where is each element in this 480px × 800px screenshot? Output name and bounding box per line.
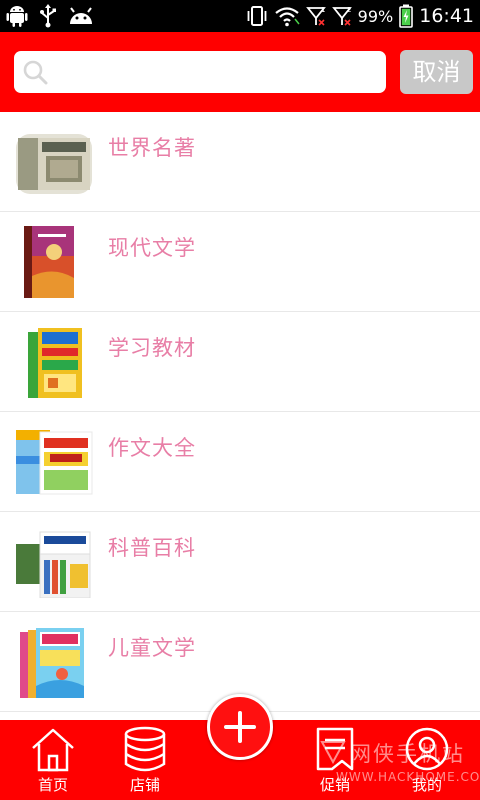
category-label: 世界名著 — [108, 136, 196, 160]
nav-item-shop[interactable]: 店铺 — [105, 720, 185, 800]
category-label: 学习教材 — [108, 336, 196, 360]
battery-percent: 99% — [357, 6, 394, 26]
status-bar-left — [6, 4, 94, 28]
category-item-popular-science[interactable]: 科普百科 — [0, 512, 480, 612]
android-icon — [6, 6, 28, 27]
search-header: 取消 — [0, 32, 480, 112]
category-item-modern-literature[interactable]: 现代文学 — [0, 212, 480, 312]
book-cover-thumbnail — [28, 328, 82, 398]
category-label: 现代文学 — [108, 236, 196, 260]
search-input[interactable] — [58, 51, 378, 93]
watermark-url: WWW.HACKHOME.COM — [336, 770, 480, 784]
category-item-world-classics[interactable]: 世界名著 — [0, 112, 480, 212]
book-cover-thumbnail — [16, 430, 93, 495]
book-cover-thumbnail — [16, 531, 91, 598]
nav-label: 首页 — [37, 776, 68, 794]
category-item-composition-collection[interactable]: 作文大全 — [0, 412, 480, 512]
vibrate-icon — [247, 6, 267, 26]
category-item-study-textbooks[interactable]: 学习教材 — [0, 312, 480, 412]
status-bar-right: 1 2 99% 16:41 — [246, 4, 474, 28]
signal-2-icon: 2 — [331, 6, 352, 26]
book-cover-thumbnail — [20, 628, 84, 698]
category-label: 儿童文学 — [108, 636, 196, 660]
watermark-text: 网侠手机站 — [350, 742, 465, 766]
search-icon — [23, 60, 48, 85]
category-list: 世界名著 现代文学 学习教材 作文大全 科普百科 儿童文学 — [0, 112, 480, 712]
wifi-icon — [274, 7, 300, 27]
svg-text:1: 1 — [321, 6, 325, 14]
book-cover-thumbnail — [16, 134, 92, 194]
home-icon — [32, 728, 74, 772]
nav-label: 店铺 — [129, 776, 160, 794]
plus-icon — [224, 711, 256, 743]
add-fab-button[interactable] — [207, 694, 273, 760]
svg-text:2: 2 — [347, 6, 351, 14]
battery-icon — [399, 4, 414, 28]
screen: 1 2 99% 16:41 取消 世界名著 现代文学 学习教材 作文大全 科普百… — [0, 0, 480, 800]
status-bar: 1 2 99% 16:41 — [0, 0, 480, 32]
book-cover-thumbnail — [24, 226, 74, 298]
signal-1-icon: 1 — [305, 6, 326, 26]
category-label: 作文大全 — [108, 436, 196, 460]
android-debug-icon — [70, 7, 92, 24]
search-box[interactable] — [14, 51, 386, 93]
watermark: 网侠手机站 WWW.HACKHOME.COM — [318, 738, 480, 798]
watermark-logo-icon — [320, 741, 346, 764]
clock: 16:41 — [419, 5, 474, 27]
category-label: 科普百科 — [108, 536, 196, 560]
database-icon — [124, 726, 166, 772]
nav-item-home[interactable]: 首页 — [13, 720, 93, 800]
usb-icon — [40, 4, 56, 28]
cancel-button[interactable]: 取消 — [400, 50, 473, 94]
